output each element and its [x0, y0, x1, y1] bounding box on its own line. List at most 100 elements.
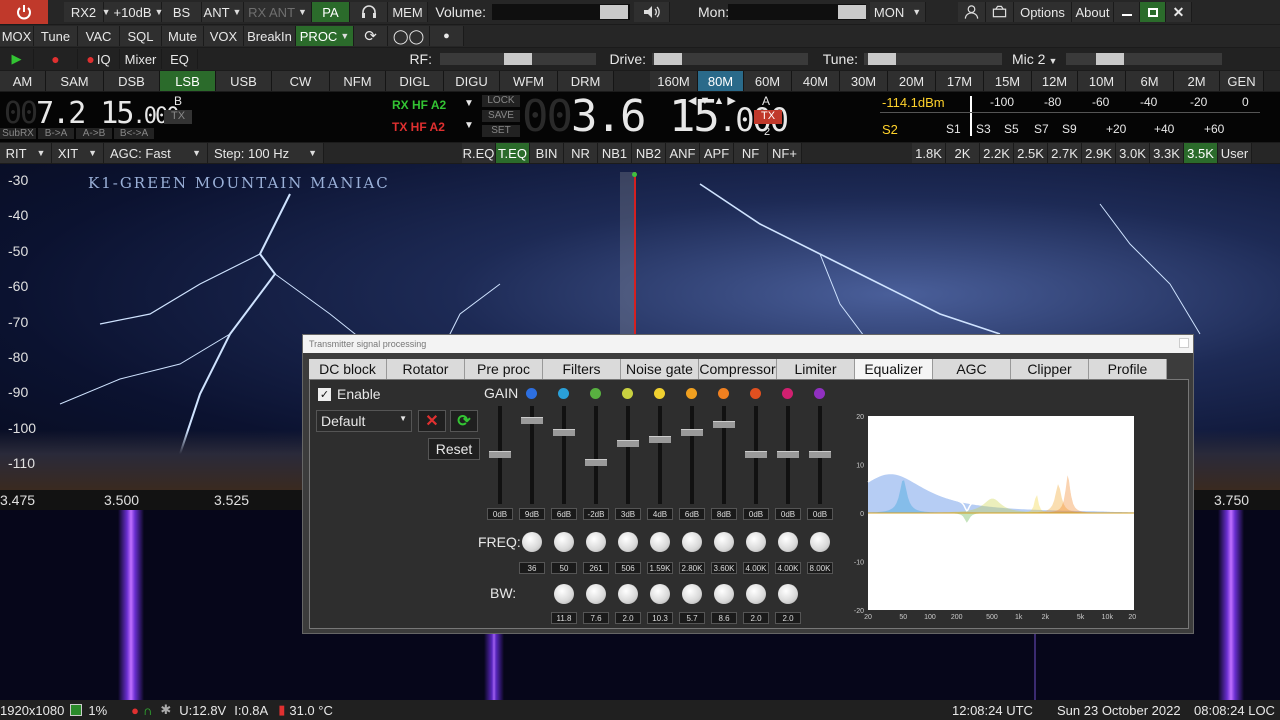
mode-am[interactable]: AM — [0, 71, 46, 91]
band-15m[interactable]: 15M — [984, 71, 1032, 91]
pa-button[interactable]: PA — [312, 2, 350, 22]
preset-dropdown[interactable]: Default ▼ — [316, 410, 412, 432]
headphones-button[interactable] — [350, 2, 388, 22]
mode-wfm[interactable]: WFM — [500, 71, 558, 91]
gain-fader-knob[interactable] — [489, 451, 511, 458]
mode-sam[interactable]: SAM — [46, 71, 104, 91]
save-button[interactable]: SAVE — [482, 110, 520, 122]
tab-filters[interactable]: Filters — [543, 359, 621, 379]
vox-button[interactable]: VOX — [204, 26, 244, 46]
rf-knob[interactable] — [504, 53, 532, 65]
drive-button[interactable] — [986, 2, 1014, 22]
band-6m[interactable]: 6M — [1126, 71, 1174, 91]
options-button[interactable]: Options — [1014, 2, 1072, 22]
tab-limiter[interactable]: Limiter — [777, 359, 855, 379]
band-160m[interactable]: 160M — [650, 71, 698, 91]
tab-agc[interactable]: AGC — [933, 359, 1011, 379]
maximize-button[interactable] — [1140, 2, 1166, 22]
filter-user[interactable]: User — [1218, 143, 1252, 163]
filter-2k[interactable]: 2K — [946, 143, 980, 163]
gain-fader[interactable] — [617, 406, 639, 504]
band-80m[interactable]: 80M — [698, 71, 744, 91]
tab-equalizer[interactable]: Equalizer — [855, 359, 933, 379]
tune-knob[interactable] — [868, 53, 896, 65]
bs-button[interactable]: BS — [162, 2, 202, 22]
bw-knob[interactable] — [746, 584, 766, 604]
filter-3-0k[interactable]: 3.0K — [1116, 143, 1150, 163]
enable-checkbox[interactable]: ✓ Enable — [318, 386, 381, 402]
mode-digl[interactable]: DIGL — [386, 71, 444, 91]
user-button[interactable] — [958, 2, 986, 22]
gain-fader[interactable] — [553, 406, 575, 504]
filter-3-5k[interactable]: 3.5K — [1184, 143, 1218, 163]
dsp-anf[interactable]: ANF — [666, 143, 700, 163]
tx-antenna-caret[interactable]: ▼ — [464, 120, 474, 131]
dsp-req[interactable]: R.EQ — [462, 143, 496, 163]
gain-fader-knob[interactable] — [777, 451, 799, 458]
band-2m[interactable]: 2M — [1174, 71, 1220, 91]
vfob-tx-button[interactable]: TX — [164, 110, 192, 124]
dsp-nfplus[interactable]: NF+ — [768, 143, 802, 163]
reset-button[interactable]: Reset — [428, 438, 480, 460]
vfoa-tx-badge[interactable]: TX — [754, 110, 782, 124]
refresh-preset-button[interactable]: ⟳ — [450, 410, 478, 432]
tab-compressor[interactable]: Compressor — [699, 359, 777, 379]
band-12m[interactable]: 12M — [1032, 71, 1078, 91]
freq-knob[interactable] — [682, 532, 702, 552]
tab-profile[interactable]: Profile — [1089, 359, 1167, 379]
band-20m[interactable]: 20M — [888, 71, 936, 91]
rx-antenna-caret[interactable]: ▼ — [464, 98, 474, 109]
xit-dropdown[interactable]: XIT ▼ — [52, 143, 104, 163]
vfob-frequency[interactable]: 007.2 15.000 — [4, 96, 179, 131]
tune-slider[interactable] — [864, 53, 1002, 65]
mem-button[interactable]: MEM — [388, 2, 428, 22]
set-button[interactable]: SET — [482, 125, 520, 137]
tab-rotator[interactable]: Rotator — [387, 359, 465, 379]
volume-slider[interactable] — [492, 4, 630, 20]
mode-cw[interactable]: CW — [272, 71, 330, 91]
mon-slider[interactable] — [728, 4, 866, 20]
gain-fader-knob[interactable] — [585, 459, 607, 466]
eq-button[interactable]: EQ — [162, 49, 198, 69]
vac-button[interactable]: VAC — [78, 26, 120, 46]
freq-knob[interactable] — [618, 532, 638, 552]
about-button[interactable]: About — [1072, 2, 1114, 22]
bw-knob[interactable] — [618, 584, 638, 604]
gain-fader[interactable] — [713, 406, 735, 504]
dialog-close-button[interactable] — [1179, 338, 1189, 348]
gain-fader[interactable] — [777, 406, 799, 504]
b-to-a-button[interactable]: B->A — [38, 128, 74, 139]
mic-slider[interactable] — [1066, 53, 1222, 65]
power-button[interactable] — [0, 0, 48, 24]
gain-fader-knob[interactable] — [745, 451, 767, 458]
tab-clipper[interactable]: Clipper — [1011, 359, 1089, 379]
bw-knob[interactable] — [682, 584, 702, 604]
tab-dc-block[interactable]: DC block — [309, 359, 387, 379]
bw-knob[interactable] — [714, 584, 734, 604]
freq-knob[interactable] — [810, 532, 830, 552]
agc-dropdown[interactable]: AGC: Fast ▼ — [104, 143, 208, 163]
tab-noise-gate[interactable]: Noise gate — [621, 359, 699, 379]
mode-nfm[interactable]: NFM — [330, 71, 386, 91]
bw-knob[interactable] — [778, 584, 798, 604]
dsp-teq[interactable]: T.EQ — [496, 143, 530, 163]
gain-fader-knob[interactable] — [649, 436, 671, 443]
gain-fader-knob[interactable] — [681, 429, 703, 436]
breakin-button[interactable]: BreakIn — [244, 26, 296, 46]
record-tape-button[interactable]: ◯◯ — [388, 26, 430, 46]
ant-dropdown[interactable]: ANT ▼ — [202, 2, 244, 22]
bw-knob[interactable] — [554, 584, 574, 604]
gain-fader[interactable] — [489, 406, 511, 504]
freq-knob[interactable] — [650, 532, 670, 552]
dsp-nb1[interactable]: NB1 — [598, 143, 632, 163]
iq-button[interactable]: ● IQ — [78, 49, 120, 69]
rf-slider[interactable] — [440, 53, 596, 65]
speaker-button[interactable] — [634, 2, 670, 22]
filter-2-9k[interactable]: 2.9K — [1082, 143, 1116, 163]
filter-2-7k[interactable]: 2.7K — [1048, 143, 1082, 163]
mic-button[interactable]: ● — [430, 26, 464, 46]
drive-knob[interactable] — [654, 53, 682, 65]
dsp-apf[interactable]: APF — [700, 143, 734, 163]
mode-lsb[interactable]: LSB — [160, 71, 216, 91]
filter-2-5k[interactable]: 2.5K — [1014, 143, 1048, 163]
